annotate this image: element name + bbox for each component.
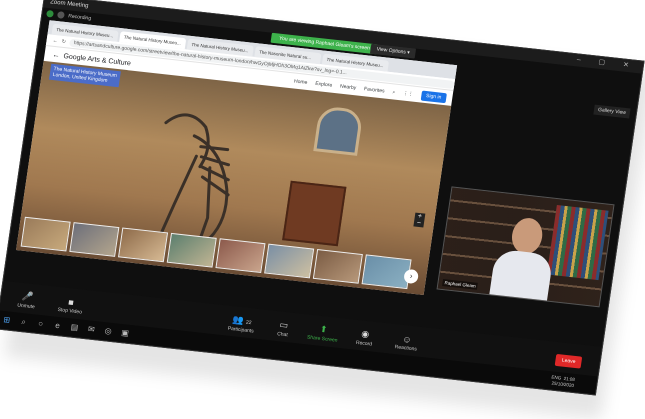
security-icon[interactable] <box>46 9 54 18</box>
panorama-thumbnail[interactable] <box>312 249 363 284</box>
reactions-button[interactable]: ☺ Reactions <box>383 332 429 354</box>
recording-label: Recording <box>67 12 92 22</box>
mail-icon[interactable]: ✉ <box>86 324 97 335</box>
taskbar-search-icon[interactable]: ⌕ <box>18 317 29 328</box>
arched-window <box>313 105 364 156</box>
chat-label: Chat <box>276 331 289 339</box>
zoom-control[interactable]: + − <box>413 212 426 228</box>
panorama-thumbnail[interactable] <box>215 238 266 274</box>
zoom-app-icon[interactable]: ▣ <box>119 328 130 339</box>
system-tray: ENG 21:08 25/10/2020 <box>550 375 575 389</box>
place-label: The Natural History Museum London, Unite… <box>48 63 121 88</box>
next-arrow-icon[interactable]: › <box>403 268 420 285</box>
edge-browser-icon[interactable]: e <box>52 320 63 331</box>
panorama-thumbnail[interactable] <box>361 254 412 290</box>
back-arrow-icon[interactable]: ← <box>52 51 60 59</box>
participants-count: 22 <box>245 319 252 327</box>
panorama-thumbnail[interactable] <box>20 216 71 252</box>
laptop-screen: Zoom Meeting – ▢ ✕ Recording You are vie… <box>0 0 645 396</box>
gallery-view-button[interactable]: Gallery View <box>593 104 631 119</box>
participant-head <box>509 216 545 256</box>
panorama-thumbnail[interactable] <box>264 243 315 279</box>
window-title: Zoom Meeting <box>49 0 89 10</box>
participant-torso <box>488 248 554 305</box>
chrome-icon[interactable]: ◎ <box>102 326 113 337</box>
record-icon: ◉ <box>360 328 371 340</box>
sign-in-button[interactable]: Sign in <box>420 90 447 104</box>
window-controls[interactable]: – ▢ ✕ <box>576 54 638 72</box>
apps-grid-icon[interactable]: ⋮⋮ <box>403 91 414 98</box>
panorama-thumbnail[interactable] <box>118 227 169 263</box>
stop-video-label: Stop Video <box>57 306 83 316</box>
back-icon[interactable]: ← <box>52 37 58 43</box>
search-icon[interactable]: ⌕ <box>392 89 396 95</box>
file-explorer-icon[interactable]: ▤ <box>69 322 80 333</box>
record-dot-icon <box>56 11 65 19</box>
clock-date[interactable]: 25/10/2020 <box>550 380 574 389</box>
shared-browser-window: The Natural History Museu... The Natural… <box>16 20 458 295</box>
panorama-thumbnail[interactable] <box>69 222 120 257</box>
nav-home[interactable]: Home <box>294 78 308 85</box>
reactions-label: Reactions <box>394 344 418 353</box>
share-screen-button[interactable]: ⬆ Share Screen <box>300 322 346 345</box>
stop-video-button[interactable]: ■ Stop Video <box>47 295 93 317</box>
wooden-door <box>282 180 347 247</box>
books <box>546 205 609 281</box>
leave-button[interactable]: Leave <box>555 353 583 369</box>
panorama-thumbnail[interactable] <box>166 232 217 268</box>
participants-icon: 👥 22 <box>231 314 252 327</box>
participant-video[interactable]: Raphael Gleam <box>436 186 615 308</box>
participant-person <box>488 215 558 305</box>
language-indicator[interactable]: ENG <box>551 375 561 381</box>
unmute-label: Unmute <box>16 302 36 311</box>
chat-icon: ▭ <box>278 319 289 331</box>
participants-button[interactable]: 👥 22 Participants <box>218 313 264 336</box>
unmute-button[interactable]: 🎤 Unmute <box>4 289 50 312</box>
windows-start-icon[interactable]: ⊞ <box>1 315 12 326</box>
nav-nearby[interactable]: Nearby <box>340 84 357 92</box>
record-label: Record <box>355 339 373 348</box>
dinosaur-skeleton <box>157 113 230 244</box>
reload-icon[interactable]: ↻ <box>61 38 66 44</box>
nav-favorites[interactable]: Favorites <box>364 86 385 94</box>
nav-explore[interactable]: Explore <box>315 81 333 89</box>
task-view-icon[interactable]: ○ <box>35 319 46 330</box>
microphone-icon: 🎤 <box>21 290 34 303</box>
record-button[interactable]: ◉ Record <box>342 326 388 349</box>
